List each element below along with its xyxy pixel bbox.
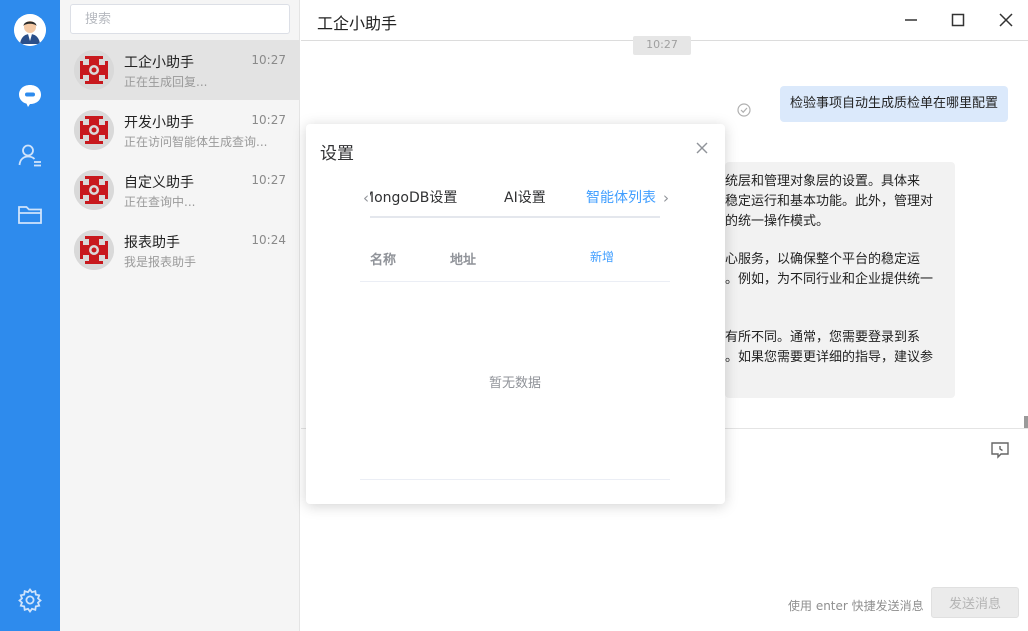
agent-table-body: 暂无数据 [360,282,670,480]
assistant-message-line: 。例如，为不同行业和企业提供统一 [725,272,934,287]
empty-state-text: 暂无数据 [488,376,541,391]
session-preview: 正在生成回复... [124,75,208,89]
add-agent-button[interactable]: 新增 [590,248,614,265]
tab-mongodb[interactable]: MongoDB设置 [370,187,457,207]
assistant-logo-icon [74,170,114,210]
sent-check-icon [737,102,751,117]
session-preview: 正在访问智能体生成查询... [124,135,268,149]
minimize-icon[interactable] [901,10,921,30]
user-message-bubble: 检验事项自动生成质检单在哪里配置 [779,86,1008,122]
tab-track: MongoDB设置 AI设置 智能体列表 [370,178,660,218]
message-timestamp: 10:27 [633,36,691,55]
folder-icon[interactable] [16,200,44,228]
session-time: 10:27 [251,173,286,187]
close-icon[interactable] [996,10,1016,30]
send-shortcut-hint: 使用 enter 快捷发送消息 [788,599,924,613]
column-address: 地址 [450,253,477,268]
chat-header: 工企小助手 [301,0,1028,41]
session-item[interactable]: 开发小助手 10:27 正在访问智能体生成查询... [60,100,300,160]
contacts-icon[interactable] [16,141,44,169]
session-name: 工企小助手 [124,55,194,71]
session-name: 自定义助手 [124,175,194,191]
settings-tabs: ‹ MongoDB设置 AI设置 智能体列表 › [360,178,670,218]
chevron-right-icon[interactable]: › [660,190,672,206]
session-name: 开发小助手 [124,115,194,131]
session-time: 10:24 [251,233,286,247]
search-input[interactable] [70,4,290,34]
active-tab-indicator [586,216,656,218]
dialog-title: 设置 [320,144,354,164]
session-item[interactable]: 工企小助手 10:27 正在生成回复... [60,40,300,100]
session-list: 工企小助手 10:27 正在生成回复... 开发小助手 10:27 正在访问智能… [60,0,300,631]
assistant-message-line: 有所不同。通常，您需要登录到系 [725,330,921,345]
assistant-message-line: 。如果您需要更详细的指导，建议参 [725,350,934,365]
chat-bubble-icon[interactable] [16,82,44,110]
session-preview: 正在查询中... [124,195,196,209]
assistant-message-line: 的统一操作模式。 [725,214,830,229]
assistant-logo-icon [74,230,114,270]
assistant-message-line: 统层和管理对象层的设置。具体来 [725,174,921,189]
session-item[interactable]: 报表助手 10:24 我是报表助手 [60,220,300,280]
assistant-message-line: 稳定运行和基本功能。此外，管理对 [725,194,934,209]
session-preview: 我是报表助手 [124,255,197,269]
assistant-logo-icon [74,50,114,90]
tab-agent-list[interactable]: 智能体列表 [586,187,656,207]
chat-title: 工企小助手 [317,14,398,33]
maximize-icon[interactable] [948,10,968,30]
session-item[interactable]: 自定义助手 10:27 正在查询中... [60,160,300,220]
nav-rail [0,0,60,631]
scrollbar[interactable] [1024,416,1028,428]
column-name: 名称 [370,253,397,268]
session-time: 10:27 [251,53,286,67]
settings-gear-icon[interactable] [16,586,44,614]
dialog-close-icon[interactable] [695,140,709,154]
session-name: 报表助手 [124,235,180,251]
assistant-logo-icon [74,110,114,150]
tab-ai[interactable]: AI设置 [504,187,546,207]
assistant-message-line: 心服务，以确保整个平台的稳定运 [725,252,921,267]
settings-dialog: 设置 ‹ MongoDB设置 AI设置 智能体列表 › 名称 地址 新增 暂无数… [306,124,725,504]
assistant-message-bubble: 统层和管理对象层的设置。具体来 稳定运行和基本功能。此外，管理对 的统一操作模式… [725,162,955,398]
user-avatar-icon[interactable] [14,14,46,46]
history-icon[interactable] [990,440,1010,460]
session-time: 10:27 [251,113,286,127]
agent-table-header: 名称 地址 新增 [360,236,670,282]
send-button[interactable]: 发送消息 [931,587,1019,618]
